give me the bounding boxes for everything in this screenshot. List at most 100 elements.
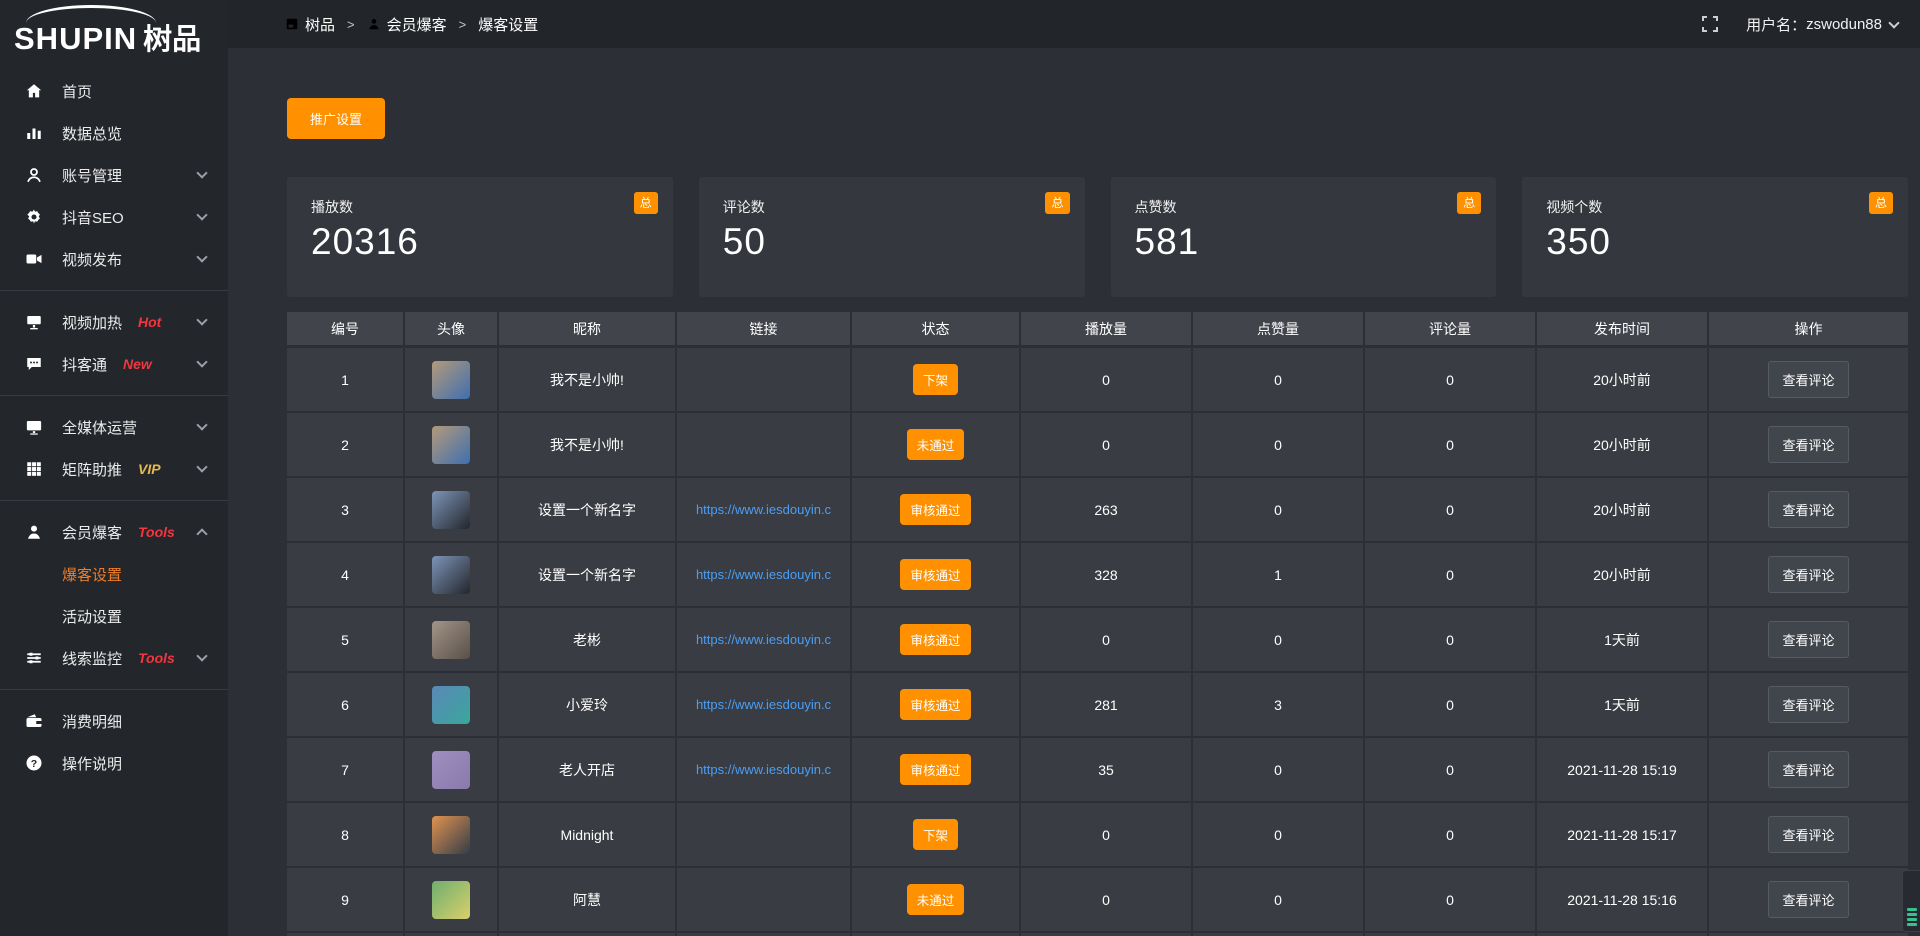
view-comments-button[interactable]: 查看评论 — [1768, 621, 1848, 658]
cell-comments: 0 — [1365, 348, 1537, 411]
chevron-down-icon — [196, 314, 207, 325]
avatar — [432, 361, 470, 399]
sidebar-item-label: 线索监控 — [62, 648, 122, 669]
promo-settings-button[interactable]: 推广设置 — [287, 98, 385, 139]
view-comments-button[interactable]: 查看评论 — [1768, 491, 1848, 528]
sidebar-item[interactable]: 首页 — [0, 70, 228, 112]
total-badge: 总 — [1457, 192, 1481, 214]
breadcrumb-item[interactable]: 会员爆客 — [367, 14, 447, 35]
sidebar-item[interactable]: 视频发布 — [0, 238, 228, 280]
sidebar-item[interactable]: 线索监控 Tools — [0, 637, 228, 679]
cell-avatar — [405, 738, 499, 801]
cell-likes: 0 — [1193, 608, 1365, 671]
cell-action: 查看评论 — [1709, 738, 1908, 801]
sidebar-item-label: 消费明细 — [62, 711, 122, 732]
cell-link: https://www.iesdouyin.c — [677, 608, 852, 671]
cell-comments: 0 — [1365, 868, 1537, 931]
avatar — [432, 426, 470, 464]
view-comments-button[interactable]: 查看评论 — [1768, 751, 1848, 788]
cell-nickname: 老彬 — [499, 608, 677, 671]
column-header: 操作 — [1709, 312, 1908, 345]
video-link[interactable]: https://www.iesdouyin.c — [696, 502, 831, 517]
view-comments-button[interactable]: 查看评论 — [1768, 816, 1848, 853]
video-link[interactable]: https://www.iesdouyin.c — [696, 632, 831, 647]
breadcrumb: 树品 > 会员爆客 > 爆客设置 — [285, 14, 538, 35]
cell-likes: 0 — [1193, 868, 1365, 931]
fullscreen-icon[interactable] — [1702, 16, 1718, 32]
total-badge: 总 — [634, 192, 658, 214]
status-badge: 审核通过 — [900, 624, 970, 655]
sidebar-subitem-label: 活动设置 — [62, 606, 122, 627]
sidebar-item[interactable]: 数据总览 — [0, 112, 228, 154]
cell-status: 审核通过 — [852, 673, 1021, 736]
monitor-icon — [24, 417, 44, 437]
status-badge: 审核通过 — [900, 559, 970, 590]
view-comments-button[interactable]: 查看评论 — [1768, 686, 1848, 723]
column-header: 链接 — [677, 312, 852, 345]
cell-publish-time: 2021-11-28 15:16 — [1537, 868, 1709, 931]
sidebar-subitem-item[interactable]: 活动设置 — [0, 595, 228, 637]
view-comments-button[interactable]: 查看评论 — [1768, 556, 1848, 593]
stat-label: 播放数 — [311, 197, 649, 217]
breadcrumb-item[interactable]: 树品 — [285, 14, 335, 35]
cell-action: 查看评论 — [1709, 348, 1908, 411]
cell-link — [677, 348, 852, 411]
logo-text-en: SHUPIN — [14, 21, 137, 56]
sidebar-item[interactable]: ? 操作说明 — [0, 742, 228, 784]
view-comments-button[interactable]: 查看评论 — [1768, 361, 1848, 398]
video-icon — [24, 249, 44, 269]
chevron-down-icon — [196, 650, 207, 661]
table-row: 7 老人开店 https://www.iesdouyin.c 审核通过 35 0… — [287, 738, 1908, 803]
sidebar-item[interactable]: 抖客通 New — [0, 343, 228, 385]
breadcrumb-separator: > — [347, 17, 355, 32]
stat-label: 视频个数 — [1546, 197, 1884, 217]
sidebar-subitem-active[interactable]: 爆客设置 — [0, 553, 228, 595]
view-comments-button[interactable]: 查看评论 — [1768, 426, 1848, 463]
video-link[interactable]: https://www.iesdouyin.c — [696, 567, 831, 582]
sidebar-item[interactable]: 矩阵助推 VIP — [0, 448, 228, 490]
cell-comments: 0 — [1365, 608, 1537, 671]
cell-avatar — [405, 348, 499, 411]
status-badge: 未通过 — [907, 884, 965, 915]
sidebar-item-badge: VIP — [138, 461, 161, 477]
sidebar-item[interactable]: 抖音SEO — [0, 196, 228, 238]
user-menu[interactable]: 用户名：zswodun88 — [1746, 14, 1898, 35]
sidebar-item[interactable]: 账号管理 — [0, 154, 228, 196]
floating-widget[interactable] — [1902, 870, 1920, 932]
username-label: 用户名： — [1746, 14, 1806, 35]
sidebar: SHUPIN树品 首页 数据总览 账号管理 抖音SEO 视频发布 视频加热 Ho… — [0, 0, 228, 936]
chevron-down-icon — [196, 251, 207, 262]
stat-card: 评论数 50 总 — [699, 177, 1085, 297]
video-link[interactable]: https://www.iesdouyin.c — [696, 697, 831, 712]
cell-id: 5 — [287, 608, 405, 671]
svg-text:?: ? — [31, 758, 37, 770]
breadcrumb-label: 爆客设置 — [478, 14, 538, 35]
sidebar-item[interactable]: 视频加热 Hot — [0, 301, 228, 343]
grid-icon — [24, 459, 44, 479]
avatar — [432, 621, 470, 659]
video-link[interactable]: https://www.iesdouyin.c — [696, 762, 831, 777]
cell-nickname: 阿慧 — [499, 868, 677, 931]
cell-publish-time: 1天前 — [1537, 673, 1709, 736]
screen-icon — [24, 312, 44, 332]
cell-publish-time: 20小时前 — [1537, 413, 1709, 476]
column-header: 昵称 — [499, 312, 677, 345]
cell-status: 审核通过 — [852, 738, 1021, 801]
menu-divider — [0, 290, 228, 291]
column-header: 状态 — [852, 312, 1021, 345]
cell-link: https://www.iesdouyin.c — [677, 738, 852, 801]
sidebar-item[interactable]: 会员爆客 Tools — [0, 511, 228, 553]
view-comments-button[interactable]: 查看评论 — [1768, 881, 1848, 918]
sidebar-item[interactable]: 消费明细 — [0, 700, 228, 742]
breadcrumb-item[interactable]: 爆客设置 — [478, 14, 538, 35]
sidebar-item-label: 视频发布 — [62, 249, 122, 270]
cell-likes: 0 — [1193, 478, 1365, 541]
sidebar-item[interactable]: 全媒体运营 — [0, 406, 228, 448]
cell-avatar — [405, 543, 499, 606]
column-header: 发布时间 — [1537, 312, 1709, 345]
cell-action: 查看评论 — [1709, 543, 1908, 606]
table-row: 8 Midnight 下架 0 0 0 2021-11-28 15:17 查看评… — [287, 803, 1908, 868]
wallet-icon — [24, 711, 44, 731]
menu-divider — [0, 500, 228, 501]
cell-action: 查看评论 — [1709, 868, 1908, 931]
